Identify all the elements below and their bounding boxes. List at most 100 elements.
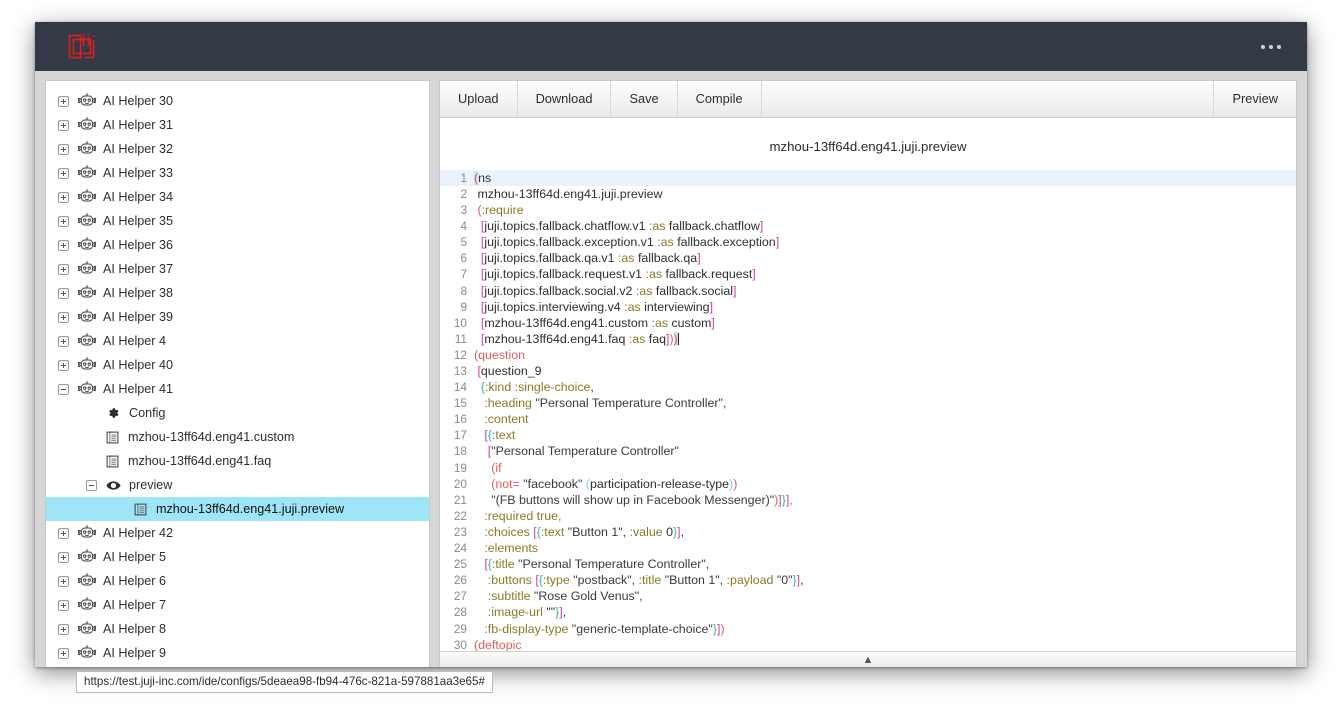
expand-toggle-icon[interactable] bbox=[58, 600, 69, 611]
expand-toggle-icon[interactable] bbox=[58, 312, 69, 323]
tree-item-mzhou-13ff64d-eng41-juji-preview[interactable]: mzhou-13ff64d.eng41.juji.preview bbox=[46, 497, 429, 521]
bot-icon bbox=[78, 597, 96, 613]
editor-collapse-bar[interactable]: ▲ bbox=[440, 651, 1296, 667]
download-button[interactable]: Download bbox=[518, 81, 612, 117]
save-button[interactable]: Save bbox=[611, 81, 677, 117]
code-line[interactable]: 10 [mzhou-13ff64d.eng41.custom :as custo… bbox=[440, 315, 1296, 331]
code-line-text: :fb-display-type "generic-template-choic… bbox=[474, 621, 1296, 637]
code-line[interactable]: 3 (:require bbox=[440, 202, 1296, 218]
code-line[interactable]: 14 {:kind :single-choice, bbox=[440, 379, 1296, 395]
tree-item-preview[interactable]: preview bbox=[46, 473, 429, 497]
code-line[interactable]: 9 [juji.topics.interviewing.v4 :as inter… bbox=[440, 299, 1296, 315]
tree-item-ai-helper-36[interactable]: AI Helper 36 bbox=[46, 233, 429, 257]
code-line[interactable]: 6 [juji.topics.fallback.qa.v1 :as fallba… bbox=[440, 250, 1296, 266]
document-icon bbox=[106, 455, 119, 468]
tree-item-label: AI Helper 4 bbox=[103, 335, 166, 348]
code-line[interactable]: 5 [juji.topics.fallback.exception.v1 :as… bbox=[440, 234, 1296, 250]
tree-item-ai-helper-6[interactable]: AI Helper 6 bbox=[46, 569, 429, 593]
code-line[interactable]: 21 "(FB buttons will show up in Facebook… bbox=[440, 492, 1296, 508]
tree-item-config[interactable]: Config bbox=[46, 401, 429, 425]
code-line[interactable]: 25 [{:title "Personal Temperature Contro… bbox=[440, 556, 1296, 572]
line-number: 13 bbox=[440, 363, 474, 379]
line-number: 7 bbox=[440, 266, 474, 282]
code-line[interactable]: 4 [juji.topics.fallback.chatflow.v1 :as … bbox=[440, 218, 1296, 234]
tree-item-ai-helper-4[interactable]: AI Helper 4 bbox=[46, 329, 429, 353]
compile-button[interactable]: Compile bbox=[678, 81, 762, 117]
expand-toggle-icon[interactable] bbox=[58, 648, 69, 659]
main-body: AI Helper 30AI Helper 31AI Helper 32AI H… bbox=[35, 71, 1307, 667]
tree-item-ai-helper-41[interactable]: AI Helper 41 bbox=[46, 377, 429, 401]
expand-toggle-icon[interactable] bbox=[58, 336, 69, 347]
tree-item-label: AI Helper 36 bbox=[103, 239, 173, 252]
code-line[interactable]: 13 [question_9 bbox=[440, 363, 1296, 379]
upload-button[interactable]: Upload bbox=[440, 81, 518, 117]
expand-toggle-icon[interactable] bbox=[58, 144, 69, 155]
expand-toggle-icon[interactable] bbox=[58, 360, 69, 371]
code-line[interactable]: 12(question bbox=[440, 347, 1296, 363]
tree-item-ai-helper-35[interactable]: AI Helper 35 bbox=[46, 209, 429, 233]
tree-item-ai-helper-42[interactable]: AI Helper 42 bbox=[46, 521, 429, 545]
tree-item-ai-helper-30[interactable]: AI Helper 30 bbox=[46, 89, 429, 113]
overflow-menu-icon[interactable] bbox=[1257, 37, 1285, 57]
tree-item-ai-helper-38[interactable]: AI Helper 38 bbox=[46, 281, 429, 305]
tree-item-ai-helper-40[interactable]: AI Helper 40 bbox=[46, 353, 429, 377]
tree-item-ai-helper-32[interactable]: AI Helper 32 bbox=[46, 137, 429, 161]
expand-toggle-icon[interactable] bbox=[58, 624, 69, 635]
code-line[interactable]: 16 :content bbox=[440, 411, 1296, 427]
tree-item-label: AI Helper 31 bbox=[103, 119, 173, 132]
collapse-toggle-icon[interactable] bbox=[86, 480, 97, 491]
expand-toggle-icon[interactable] bbox=[58, 96, 69, 107]
code-line[interactable]: 27 :subtitle "Rose Gold Venus", bbox=[440, 588, 1296, 604]
code-line[interactable]: 28 :image-url ""}], bbox=[440, 604, 1296, 620]
code-line[interactable]: 1(ns bbox=[440, 170, 1296, 186]
expand-toggle-icon[interactable] bbox=[58, 216, 69, 227]
doc-icon bbox=[134, 503, 147, 516]
project-tree-sidebar[interactable]: AI Helper 30AI Helper 31AI Helper 32AI H… bbox=[45, 80, 430, 667]
expand-toggle-icon[interactable] bbox=[58, 120, 69, 131]
expand-toggle-icon[interactable] bbox=[58, 576, 69, 587]
code-line[interactable]: 29 :fb-display-type "generic-template-ch… bbox=[440, 621, 1296, 637]
code-line[interactable]: 15 :heading "Personal Temperature Contro… bbox=[440, 395, 1296, 411]
tree-item-mzhou-13ff64d-eng41-custom[interactable]: mzhou-13ff64d.eng41.custom bbox=[46, 425, 429, 449]
tree-item-ai-helper-39[interactable]: AI Helper 39 bbox=[46, 305, 429, 329]
preview-button[interactable]: Preview bbox=[1214, 81, 1296, 117]
expand-toggle-icon[interactable] bbox=[58, 552, 69, 563]
code-line[interactable]: 30(deftopic bbox=[440, 637, 1296, 651]
code-line[interactable]: 2 mzhou-13ff64d.eng41.juji.preview bbox=[440, 186, 1296, 202]
code-editor[interactable]: 1(ns2 mzhou-13ff64d.eng41.juji.preview3 … bbox=[440, 170, 1296, 651]
tree-item-ai-helper-37[interactable]: AI Helper 37 bbox=[46, 257, 429, 281]
code-line[interactable]: 26 :buttons [{:type "postback", :title "… bbox=[440, 572, 1296, 588]
tree-item-ai-helper-7[interactable]: AI Helper 7 bbox=[46, 593, 429, 617]
code-line[interactable]: 18 ["Personal Temperature Controller" bbox=[440, 443, 1296, 459]
code-line[interactable]: 24 :elements bbox=[440, 540, 1296, 556]
tree-item-mzhou-13ff64d-eng41-faq[interactable]: mzhou-13ff64d.eng41.faq bbox=[46, 449, 429, 473]
expand-toggle-icon[interactable] bbox=[58, 288, 69, 299]
expand-toggle-icon[interactable] bbox=[58, 528, 69, 539]
tree-item-ai-helper-9[interactable]: AI Helper 9 bbox=[46, 641, 429, 665]
dot-3 bbox=[1277, 45, 1281, 49]
collapse-toggle-icon[interactable] bbox=[58, 384, 69, 395]
tree-item-ai-helper-8[interactable]: AI Helper 8 bbox=[46, 617, 429, 641]
expand-toggle-icon[interactable] bbox=[58, 264, 69, 275]
expand-toggle-icon[interactable] bbox=[58, 240, 69, 251]
line-number: 30 bbox=[440, 637, 474, 651]
code-line[interactable]: 11 [mzhou-13ff64d.eng41.faq :as faq])) bbox=[440, 331, 1296, 347]
code-line[interactable]: 20 (not= "facebook" (participation-relea… bbox=[440, 476, 1296, 492]
code-line[interactable]: 23 :choices [{:text "Button 1", :value 0… bbox=[440, 524, 1296, 540]
expand-toggle-icon[interactable] bbox=[58, 192, 69, 203]
code-line[interactable]: 8 [juji.topics.fallback.social.v2 :as fa… bbox=[440, 283, 1296, 299]
code-line[interactable]: 7 [juji.topics.fallback.request.v1 :as f… bbox=[440, 266, 1296, 282]
code-line-text: :buttons [{:type "postback", :title "But… bbox=[474, 572, 1296, 588]
bot-icon bbox=[78, 93, 96, 109]
line-number: 6 bbox=[440, 250, 474, 266]
expand-toggle-icon[interactable] bbox=[58, 168, 69, 179]
code-line[interactable]: 17 [{:text bbox=[440, 427, 1296, 443]
tree-item-ai-helper-33[interactable]: AI Helper 33 bbox=[46, 161, 429, 185]
tree-item-ai-helper-31[interactable]: AI Helper 31 bbox=[46, 113, 429, 137]
juji-logo[interactable] bbox=[67, 32, 99, 62]
tree-item-ai-helper-5[interactable]: AI Helper 5 bbox=[46, 545, 429, 569]
tree-item-ai-helper-34[interactable]: AI Helper 34 bbox=[46, 185, 429, 209]
code-line[interactable]: 19 (if bbox=[440, 460, 1296, 476]
code-line[interactable]: 22 :required true, bbox=[440, 508, 1296, 524]
juji-logo-icon bbox=[67, 32, 99, 62]
